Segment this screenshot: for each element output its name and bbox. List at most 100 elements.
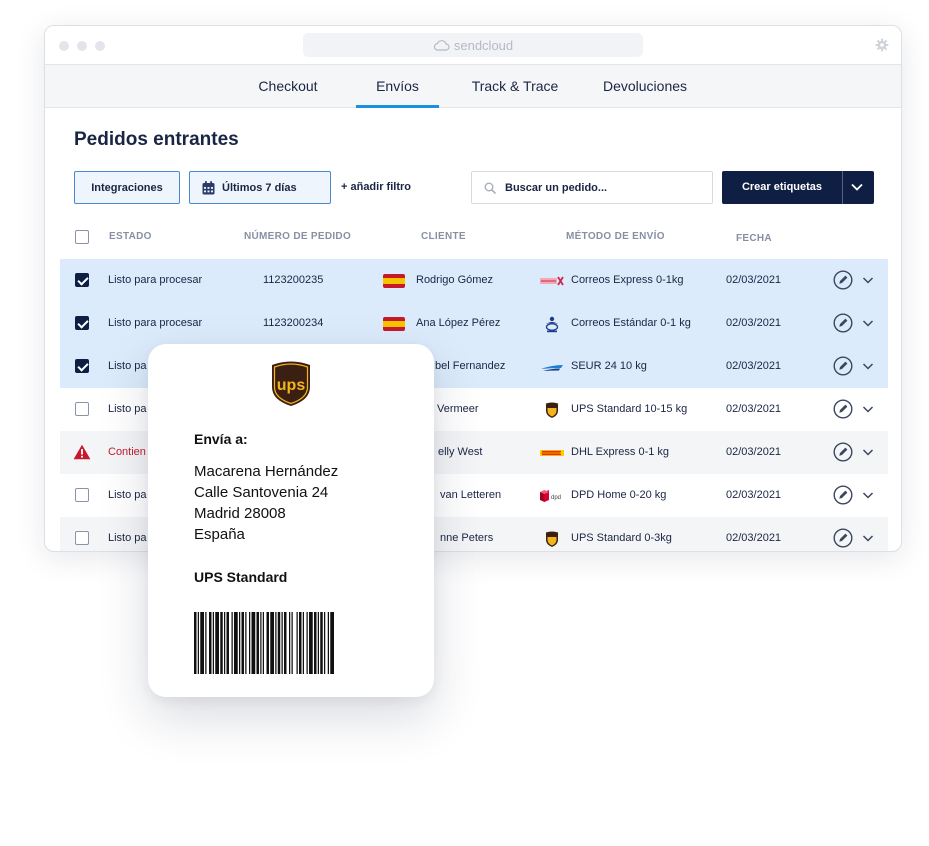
tab-checkout[interactable]: Checkout [253,65,323,108]
dhl-logo-icon [540,450,564,456]
address-bar[interactable]: sendcloud [303,33,643,57]
button-divider [842,171,843,204]
search-input[interactable]: Buscar un pedido... [471,171,713,204]
dpd-logo-icon: dpd [540,490,561,502]
row-date: 02/03/2021 [726,403,782,415]
add-filter-link[interactable]: + añadir filtro [341,181,411,193]
ship-to-heading: Envía a: [194,431,248,447]
row-customer: nne Peters [440,532,494,544]
edit-icon[interactable] [833,270,853,290]
table-row[interactable]: Listo para procesar 1123200234 Ana López… [60,302,888,345]
row-customer: van Letteren [440,489,502,501]
row-customer: bel Fernandez [435,360,506,372]
edit-icon[interactable] [833,442,853,462]
chevron-down-icon[interactable] [862,275,874,285]
barcode-bar [330,612,334,674]
chevron-down-icon[interactable] [862,404,874,414]
ups-logo-icon [546,402,558,418]
integrations-button[interactable]: Integraciones [74,171,180,204]
search-icon [484,182,496,194]
correos-logo-icon [545,316,559,333]
edit-icon[interactable] [833,485,853,505]
ups-logo-icon: ups [272,361,310,406]
tab-track-trace[interactable]: Track & Trace [465,65,565,108]
barcode-bar [266,612,269,674]
barcode-bar [200,612,204,674]
create-labels-button[interactable]: Crear etiquetas [722,171,874,204]
row-customer: Vermeer [437,403,479,415]
edit-icon[interactable] [833,313,853,333]
window-control-maximize[interactable] [95,41,105,51]
header-estado[interactable]: ESTADO [109,231,152,242]
table-row[interactable]: Listo para procesar 1123200235 Rodrigo G… [60,259,888,302]
chevron-down-icon[interactable] [862,447,874,457]
barcode-bar [289,612,291,674]
barcode-bar [197,612,199,674]
ups-logo-icon [546,531,558,547]
barcode-bar [309,612,313,674]
warning-icon [73,444,91,460]
row-checkbox[interactable] [75,316,89,330]
row-checkbox[interactable] [75,273,89,287]
barcode-bar [205,612,207,674]
barcode-bar [296,612,298,674]
row-date: 02/03/2021 [726,274,782,286]
row-checkbox[interactable] [75,359,89,373]
cloud-icon [433,39,450,51]
page-title: Pedidos entrantes [74,129,239,150]
barcode-bar [209,612,212,674]
row-shipping-method: DHL Express 0-1 kg [571,446,670,458]
date-filter-button[interactable]: Últimos 7 días [189,171,331,204]
row-date: 02/03/2021 [726,532,782,544]
edit-icon[interactable] [833,399,853,419]
tab-devoluciones[interactable]: Devoluciones [595,65,695,108]
row-date: 02/03/2021 [726,317,782,329]
chevron-down-icon[interactable] [850,182,864,192]
row-shipping-method: SEUR 24 10 kg [571,360,647,372]
header-cliente[interactable]: CLIENTE [421,231,466,242]
window-control-close[interactable] [59,41,69,51]
date-filter-label: Últimos 7 días [222,181,297,194]
row-status: Listo pa [108,532,147,544]
row-checkbox[interactable] [75,402,89,416]
create-labels-label: Crear etiquetas [741,181,823,193]
chevron-down-icon[interactable] [862,533,874,543]
tab-envios[interactable]: Envíos [356,65,439,108]
row-shipping-method: UPS Standard 0-3kg [571,532,672,544]
gear-icon[interactable] [875,38,889,52]
search-placeholder: Buscar un pedido... [505,181,608,194]
barcode-bar [277,612,281,674]
barcode-bar [299,612,302,674]
spain-flag-icon [383,274,405,288]
address-bar-text: sendcloud [453,37,514,53]
header-fecha[interactable]: FECHA [736,233,772,244]
barcode-bar [306,612,308,674]
window-control-minimize[interactable] [77,41,87,51]
edit-icon[interactable] [833,528,853,548]
barcode-bar [241,612,244,674]
barcode-bar [212,612,214,674]
shipping-label-card: ups Envía a: Macarena Hernández Calle Sa… [148,344,434,697]
barcode [194,612,334,674]
chevron-down-icon[interactable] [862,318,874,328]
shipping-service: UPS Standard [194,569,288,585]
barcode-bar [215,612,219,674]
chevron-down-icon[interactable] [862,361,874,371]
row-checkbox[interactable] [75,531,89,545]
barcode-bar [284,612,287,674]
barcode-bar [234,612,238,674]
select-all-checkbox[interactable] [75,230,89,244]
chevron-down-icon[interactable] [862,490,874,500]
row-shipping-method: UPS Standard 10-15 kg [571,403,688,415]
ups-logo-text: ups [277,377,306,394]
barcode-bar [314,612,317,674]
browser-titlebar: sendcloud [45,26,901,64]
barcode-bar [324,612,326,674]
barcode-bar [194,612,197,674]
edit-icon[interactable] [833,356,853,376]
recipient-country: España [194,526,245,543]
header-metodo-envio[interactable]: MÉTODO DE ENVÍO [566,231,665,242]
header-numero-pedido[interactable]: NÚMERO DE PEDIDO [244,231,351,242]
row-date: 02/03/2021 [726,360,782,372]
row-checkbox[interactable] [75,488,89,502]
